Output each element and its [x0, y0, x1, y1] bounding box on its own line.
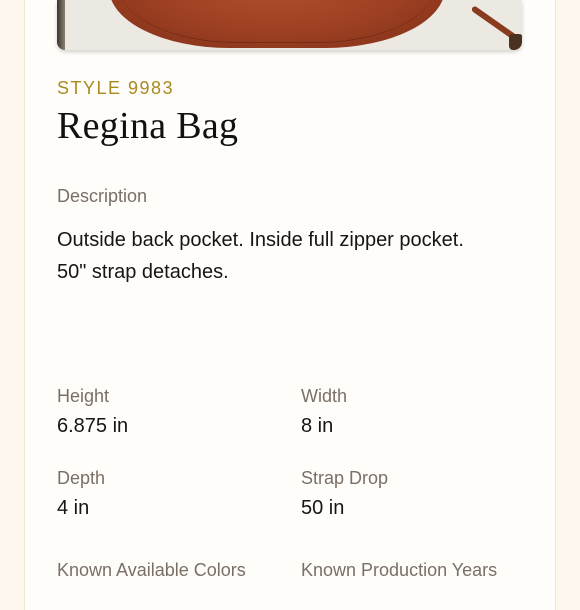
description-text: Outside back pocket. Inside full zipper …: [57, 229, 464, 283]
height-label: Height: [57, 386, 110, 406]
strap-drop-label: Strap Drop: [301, 468, 389, 488]
strap-drop-value: 50 in: [301, 497, 345, 519]
description-label: Description: [57, 186, 148, 206]
production-years-label: Known Production Years: [301, 560, 498, 580]
depth-value: 4 in: [57, 497, 90, 519]
width-value: 8 in: [301, 415, 334, 437]
depth-label: Depth: [57, 468, 106, 488]
height-value: 6.875 in: [57, 415, 129, 437]
product-title: Regina Bag: [57, 105, 239, 147]
width-label: Width: [301, 386, 348, 406]
colors-label: Known Available Colors: [57, 560, 246, 580]
style-code: STYLE 9983: [57, 78, 175, 98]
product-photo[interactable]: [57, 0, 522, 50]
